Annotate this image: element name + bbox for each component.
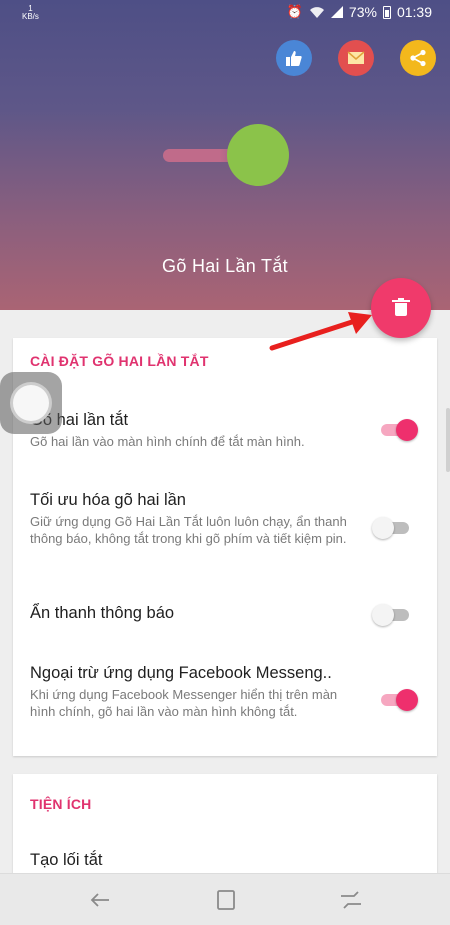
navigation-bar — [0, 873, 450, 925]
battery-percent: 73% — [348, 4, 377, 20]
app-header: 1 KB/s ⏰ 73% 01:39 Gõ Hai Lần Tắt — [0, 0, 450, 310]
alarm-icon: ⏰ — [286, 4, 303, 19]
settings-card: CÀI ĐẶT GÕ HAI LẦN TẮT Gõ hai lần tắt Gõ… — [13, 338, 437, 756]
like-button[interactable] — [276, 40, 312, 76]
setting-title: Ngoại trừ ứng dụng Facebook Messeng.. — [30, 664, 332, 682]
setting-exclude-messenger[interactable]: Ngoại trừ ứng dụng Facebook Messeng.. Kh… — [30, 663, 430, 720]
setting-create-shortcut[interactable]: Tạo lối tắt — [30, 850, 430, 870]
setting-title: Tối ưu hóa gõ hai lần — [30, 491, 186, 509]
signal-icon — [330, 6, 343, 18]
assistive-touch-button[interactable] — [0, 372, 62, 434]
recent-apps-icon[interactable] — [213, 888, 239, 912]
setting-description: Khi ứng dụng Facebook Messenger hiển thị… — [30, 687, 338, 719]
illustration-knob — [227, 124, 289, 186]
setting-title: Ẩn thanh thông báo — [30, 604, 175, 622]
setting-description: Gõ hai lần vào màn hình chính để tắt màn… — [30, 434, 305, 449]
annotation-arrow — [269, 312, 372, 351]
thumbs-up-icon — [286, 51, 302, 66]
setting-optimize-double-tap[interactable]: Tối ưu hóa gõ hai lần Giữ ứng dụng Gõ Ha… — [30, 490, 430, 547]
toggle-exclude-messenger[interactable] — [381, 688, 418, 711]
network-speed: 1 KB/s — [22, 5, 39, 21]
toggle-hide-notification-bar[interactable] — [372, 603, 411, 626]
trash-fab-button[interactable] — [371, 278, 431, 338]
toggle-double-tap-off[interactable] — [381, 418, 418, 441]
assistive-touch-inner — [10, 382, 52, 424]
share-button[interactable] — [400, 40, 436, 76]
setting-description: Giữ ứng dụng Gõ Hai Lần Tắt luôn luôn ch… — [30, 514, 347, 546]
network-speed-unit: KB/s — [22, 12, 39, 21]
wifi-icon — [309, 6, 324, 18]
mail-icon — [347, 51, 365, 64]
home-icon[interactable] — [338, 888, 364, 912]
setting-double-tap-off[interactable]: Gõ hai lần tắt Gõ hai lần vào màn hình c… — [30, 410, 430, 450]
setting-hide-notification-bar[interactable]: Ẩn thanh thông báo — [30, 603, 430, 623]
toggle-illustration — [163, 124, 293, 186]
trash-icon — [392, 298, 410, 316]
toggle-optimize-double-tap[interactable] — [372, 516, 411, 539]
setting-title: Tạo lối tắt — [30, 851, 103, 869]
share-icon — [410, 49, 426, 67]
clock: 01:39 — [396, 4, 432, 20]
feedback-mail-button[interactable] — [338, 40, 374, 76]
battery-icon — [382, 5, 391, 19]
setting-title: Gõ hai lần tắt — [30, 411, 129, 429]
app-title: Gõ Hai Lần Tắt — [162, 256, 288, 276]
status-bar: 1 KB/s ⏰ 73% 01:39 — [0, 0, 450, 26]
back-icon[interactable] — [87, 888, 113, 912]
edge-panel-handle[interactable] — [446, 408, 450, 472]
section-title-utilities: TIỆN ÍCH — [30, 796, 92, 812]
section-title-settings: CÀI ĐẶT GÕ HAI LẦN TẮT — [30, 353, 209, 369]
